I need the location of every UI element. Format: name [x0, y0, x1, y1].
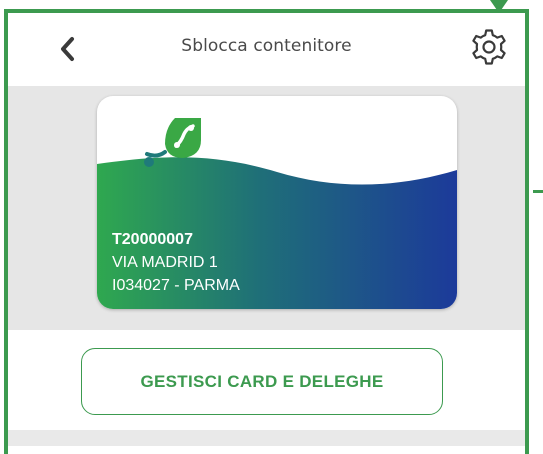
- chevron-left-icon: [59, 36, 77, 66]
- card-section: T20000007 VIA MADRID 1 I034027 - PARMA: [8, 86, 525, 330]
- card-location: I034027 - PARMA: [112, 277, 240, 294]
- actions-section: GESTISCI CARD E DELEGHE: [8, 330, 525, 430]
- card-address: VIA MADRID 1: [112, 254, 218, 271]
- annotation-tick: [533, 190, 543, 193]
- manage-card-button[interactable]: GESTISCI CARD E DELEGHE: [81, 348, 443, 415]
- footer-strip: [8, 430, 525, 446]
- page-title: Sblocca contenitore: [181, 36, 352, 56]
- back-button[interactable]: [48, 33, 88, 69]
- app-header: Sblocca contenitore: [8, 13, 525, 86]
- annotation-arrow: [490, 0, 508, 13]
- waste-card[interactable]: T20000007 VIA MADRID 1 I034027 - PARMA: [97, 96, 457, 309]
- leaf-logo-icon: [135, 112, 215, 176]
- gear-icon: [469, 27, 509, 71]
- card-code: T20000007: [112, 231, 193, 248]
- card-details: T20000007 VIA MADRID 1 I034027 - PARMA: [112, 228, 240, 297]
- settings-button[interactable]: [467, 27, 511, 71]
